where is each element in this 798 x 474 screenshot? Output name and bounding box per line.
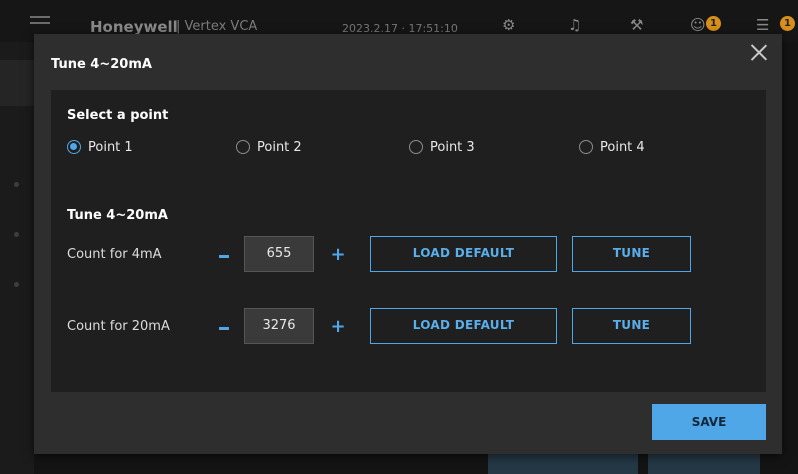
count-4ma-input[interactable]: 655 xyxy=(244,236,314,272)
minus-icon xyxy=(219,255,229,258)
decrement-20ma-button[interactable] xyxy=(216,320,232,336)
product-name: | Vertex VCA xyxy=(176,19,258,34)
tools-icon[interactable]: ⚒ xyxy=(630,16,643,34)
alarm-badge: 1 xyxy=(706,16,721,31)
radio-point-3[interactable]: Point 3 xyxy=(409,138,475,156)
minus-icon xyxy=(219,327,229,330)
radio-label: Point 3 xyxy=(430,139,475,155)
sidebar-active-item[interactable] xyxy=(0,60,34,106)
app-sidebar xyxy=(0,42,34,474)
select-point-heading: Select a point xyxy=(67,108,169,123)
tune-4ma-button[interactable]: TUNE xyxy=(572,236,691,272)
notification-badge: 1 xyxy=(780,16,795,31)
increment-4ma-button[interactable]: + xyxy=(330,246,346,264)
dialog-content: Select a point Point 1 Point 2 Point 3 P… xyxy=(51,90,766,392)
radio-label: Point 1 xyxy=(88,139,133,155)
count-20ma-input[interactable]: 3276 xyxy=(244,308,314,344)
sidebar-item[interactable] xyxy=(14,232,19,237)
dialog-title: Tune 4~20mA xyxy=(51,57,152,72)
background-button xyxy=(488,452,638,474)
count-20ma-label: Count for 20mA xyxy=(67,319,170,334)
radio-label: Point 4 xyxy=(600,139,645,155)
sidebar-item[interactable] xyxy=(14,282,19,287)
radio-point-2[interactable]: Point 2 xyxy=(236,138,302,156)
tune-20ma-button[interactable]: TUNE xyxy=(572,308,691,344)
count-4ma-label: Count for 4mA xyxy=(67,247,162,262)
list-icon[interactable]: ☰ xyxy=(756,16,769,34)
radio-unchecked-icon xyxy=(409,140,423,154)
hamburger-icon[interactable] xyxy=(30,22,50,24)
radio-point-1[interactable]: Point 1 xyxy=(67,138,133,156)
radio-unchecked-icon xyxy=(579,140,593,154)
sidebar-item[interactable] xyxy=(14,182,19,187)
tune-heading: Tune 4~20mA xyxy=(67,208,168,223)
settings-network-icon[interactable]: ⚙ xyxy=(502,16,515,34)
load-default-4ma-button[interactable]: LOAD DEFAULT xyxy=(370,236,557,272)
close-icon[interactable] xyxy=(748,42,770,64)
user-icon[interactable]: ☺ xyxy=(690,16,706,34)
radio-unchecked-icon xyxy=(236,140,250,154)
tune-dialog: Tune 4~20mA Select a point Point 1 Point… xyxy=(34,34,782,454)
radio-checked-icon xyxy=(67,140,81,154)
radio-label: Point 2 xyxy=(257,139,302,155)
radio-point-4[interactable]: Point 4 xyxy=(579,138,645,156)
background-button xyxy=(648,452,760,474)
bell-icon[interactable]: ♫ xyxy=(568,16,581,34)
decrement-4ma-button[interactable] xyxy=(216,248,232,264)
increment-20ma-button[interactable]: + xyxy=(330,318,346,336)
save-button[interactable]: SAVE xyxy=(652,404,766,440)
load-default-20ma-button[interactable]: LOAD DEFAULT xyxy=(370,308,557,344)
